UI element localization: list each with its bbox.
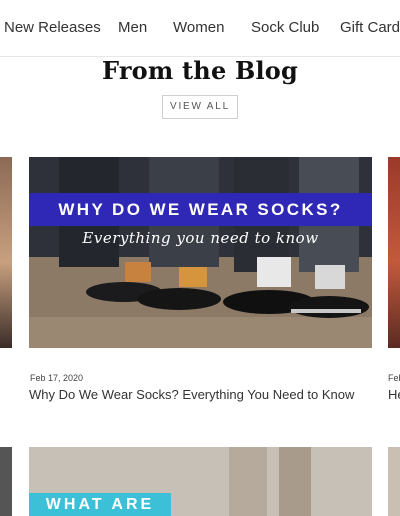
nav-sock-club[interactable]: Sock Club — [251, 19, 319, 36]
next-post-image[interactable] — [388, 157, 400, 348]
post-image-banner-row-2: WHAT ARE — [29, 493, 171, 516]
next-post-title-link[interactable]: He — [388, 387, 400, 402]
blog-section-title: From the Blog — [102, 56, 298, 85]
next-post-date: Feb — [388, 373, 400, 383]
previous-post-image[interactable] — [0, 157, 12, 348]
previous-post-image-row-2[interactable] — [0, 447, 12, 516]
post-date: Feb 17, 2020 — [30, 373, 84, 383]
next-post-image-row-2[interactable] — [388, 447, 400, 516]
nav-women[interactable]: Women — [173, 19, 224, 36]
post-image[interactable] — [29, 157, 372, 348]
nav-gift-card[interactable]: Gift Card — [340, 19, 400, 36]
post-image-banner: WHY DO WE WEAR SOCKS? — [29, 193, 372, 226]
view-all-button[interactable]: VIEW ALL — [162, 95, 238, 119]
post-image-subtitle: Everything you need to know — [82, 229, 319, 247]
nav-new-releases[interactable]: New Releases — [4, 19, 101, 36]
post-title-link[interactable]: Why Do We Wear Socks? Everything You Nee… — [29, 387, 354, 402]
top-navigation: New Releases Men Women Sock Club Gift Ca… — [0, 0, 400, 57]
socks-photo-illustration — [29, 157, 372, 348]
nav-men[interactable]: Men — [118, 19, 147, 36]
